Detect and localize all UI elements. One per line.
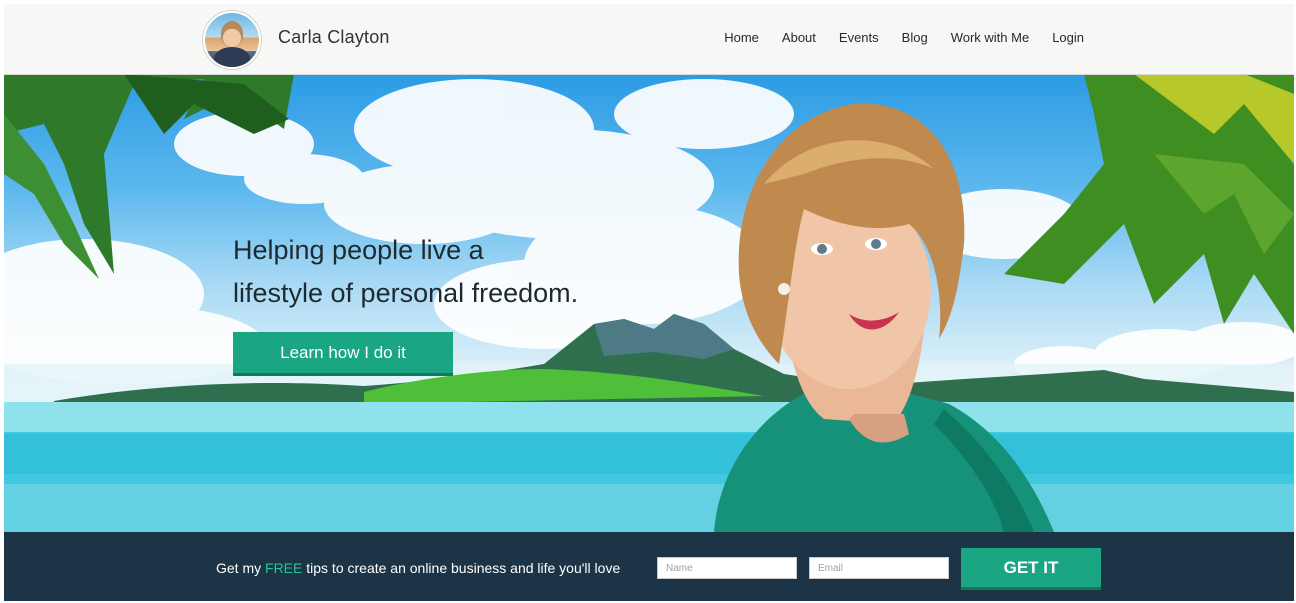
email-field[interactable]: [809, 557, 949, 579]
name-field[interactable]: [657, 557, 797, 579]
nav-home[interactable]: Home: [724, 30, 759, 45]
main-nav: Home About Events Blog Work with Me Logi…: [724, 30, 1084, 45]
nav-blog[interactable]: Blog: [902, 30, 928, 45]
optin-bar: Get my FREE tips to create an online bus…: [4, 532, 1294, 601]
nav-work-with-me[interactable]: Work with Me: [951, 30, 1030, 45]
nav-about[interactable]: About: [782, 30, 816, 45]
learn-how-button[interactable]: Learn how I do it: [233, 332, 453, 376]
page: Carla Clayton Home About Events Blog Wor…: [4, 4, 1294, 601]
hero-headline-line2: lifestyle of personal freedom.: [233, 278, 579, 308]
get-it-button[interactable]: GET IT: [961, 548, 1101, 590]
nav-events[interactable]: Events: [839, 30, 879, 45]
nav-login[interactable]: Login: [1052, 30, 1084, 45]
site-header: Carla Clayton Home About Events Blog Wor…: [4, 4, 1294, 75]
avatar-body: [214, 47, 250, 67]
brand-name[interactable]: Carla Clayton: [278, 27, 390, 48]
optin-text: Get my FREE tips to create an online bus…: [216, 560, 620, 576]
hero-headline: Helping people live a lifestyle of perso…: [233, 229, 653, 315]
hero-banner: Helping people live a lifestyle of perso…: [4, 74, 1294, 532]
avatar[interactable]: [203, 11, 261, 69]
avatar-head: [221, 21, 243, 47]
optin-text-after: tips to create an online business and li…: [302, 560, 621, 576]
hero-headline-line1: Helping people live a: [233, 235, 484, 265]
optin-free-highlight: FREE: [265, 560, 303, 576]
optin-text-before: Get my: [216, 560, 266, 576]
portrait-woman: [714, 103, 1054, 532]
